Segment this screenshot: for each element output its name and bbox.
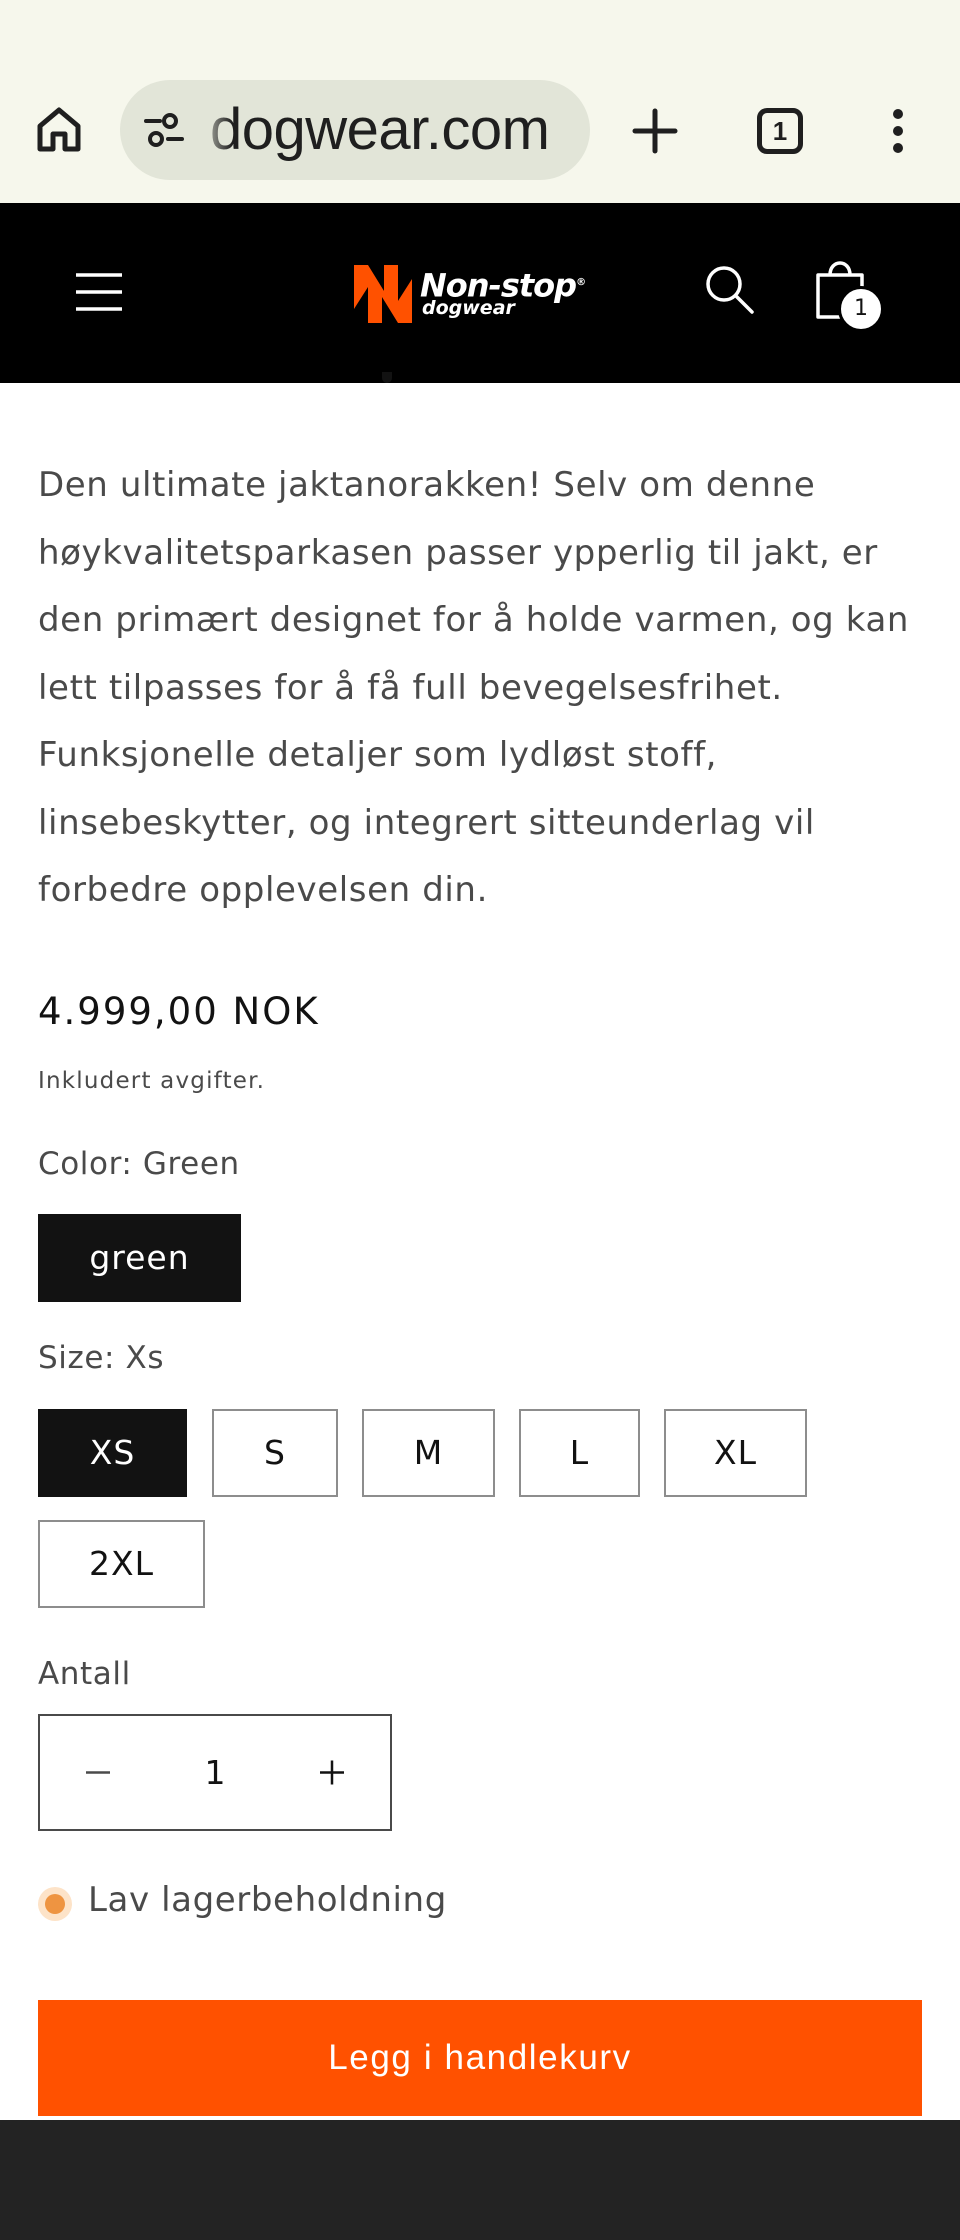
- cart-count-badge: 1: [838, 286, 884, 332]
- color-option-green[interactable]: green: [38, 1214, 241, 1302]
- menu-icon[interactable]: [74, 267, 124, 317]
- stock-status: Lav lagerbeholdning: [88, 1880, 447, 1920]
- color-label: Color: Green: [38, 1146, 240, 1182]
- quantity-stepper: 1: [38, 1714, 392, 1831]
- site-header: Non-stop® dogwear 1: [0, 203, 960, 383]
- product-title-clipped: [370, 372, 400, 383]
- url-text: dogwear.com: [210, 97, 550, 162]
- product-description: Den ultimate jaktanorakken! Selv om denn…: [38, 465, 910, 910]
- quantity-input[interactable]: 1: [156, 1716, 274, 1829]
- product-price: 4.999,00 NOK: [38, 990, 320, 1033]
- size-option-s[interactable]: S: [212, 1409, 338, 1497]
- logo-subtext: dogwear: [422, 297, 515, 319]
- size-option-l[interactable]: L: [519, 1409, 640, 1497]
- size-option-m[interactable]: M: [362, 1409, 495, 1497]
- sticky-footer-bar: [0, 2120, 960, 2240]
- stock-indicator-icon: [38, 1887, 72, 1921]
- size-option-2xl[interactable]: 2XL: [38, 1520, 205, 1608]
- logo-mark-icon: [354, 265, 412, 323]
- home-icon[interactable]: [34, 104, 84, 154]
- new-tab-icon[interactable]: [630, 106, 680, 156]
- tax-note: Inkludert avgifter.: [38, 1068, 266, 1094]
- search-icon[interactable]: [703, 263, 755, 315]
- add-to-cart-button[interactable]: Legg i handlekurv: [38, 2000, 922, 2116]
- more-menu-icon[interactable]: [888, 108, 908, 154]
- size-option-xl[interactable]: XL: [664, 1409, 807, 1497]
- site-settings-icon[interactable]: [142, 110, 186, 150]
- url-fade: [196, 80, 232, 180]
- size-option-xs[interactable]: XS: [38, 1409, 187, 1497]
- browser-toolbar: dogwear.com 1: [0, 0, 960, 203]
- minus-icon[interactable]: [40, 1716, 156, 1829]
- plus-icon[interactable]: [274, 1716, 390, 1829]
- address-bar[interactable]: dogwear.com: [120, 80, 590, 180]
- size-label: Size: Xs: [38, 1340, 165, 1376]
- tab-switcher-icon[interactable]: 1: [757, 108, 803, 154]
- logo[interactable]: Non-stop® dogwear: [352, 259, 602, 329]
- quantity-label: Antall: [38, 1656, 131, 1692]
